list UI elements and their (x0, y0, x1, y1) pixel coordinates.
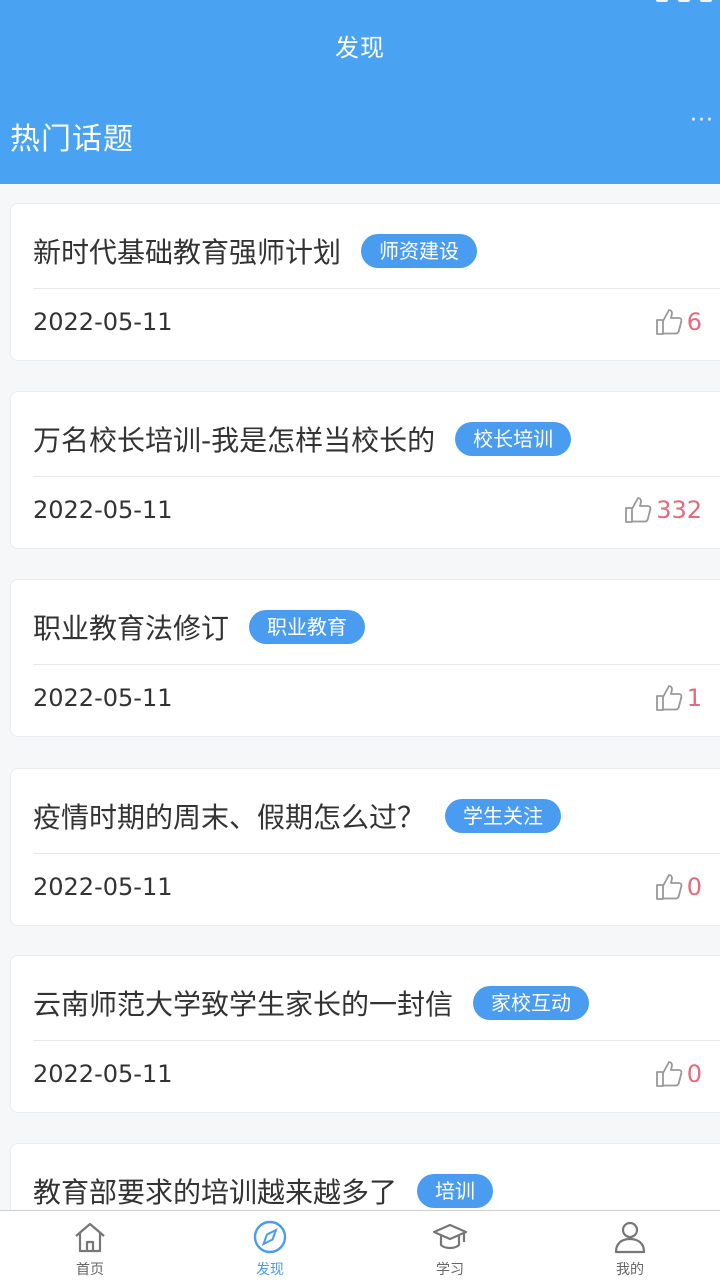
tab-label: 我的 (616, 1262, 644, 1278)
like-count: 0 (686, 873, 702, 901)
more-icon[interactable]: ··· (690, 110, 714, 132)
tab-label: 发现 (256, 1262, 284, 1278)
tab-home[interactable]: 首页 (0, 1211, 180, 1280)
page-title: 发现 (335, 34, 385, 62)
compass-icon (253, 1220, 287, 1254)
wifi-icon (678, 0, 690, 2)
topic-tag[interactable]: 家校互动 (473, 986, 590, 1020)
tab-label: 学习 (436, 1262, 464, 1278)
graduation-cap-icon (432, 1223, 468, 1250)
topic-card[interactable]: 新时代基础教育强师计划 师资建设 2022-05-11 6 (10, 203, 720, 361)
topic-tag[interactable]: 校长培训 (455, 422, 572, 456)
topic-card-header: 万名校长培训-我是怎样当校长的 校长培训 (33, 416, 720, 462)
topic-date: 2022-05-11 (33, 1060, 173, 1088)
divider (33, 288, 720, 289)
divider (33, 476, 720, 477)
thumbs-up-icon (655, 1061, 683, 1087)
home-icon (75, 1222, 105, 1253)
tab-mine[interactable]: 我的 (540, 1211, 720, 1280)
like-button[interactable]: 1 (653, 682, 702, 714)
thumbs-up-icon (625, 497, 652, 523)
like-button[interactable]: 0 (653, 1058, 702, 1090)
user-icon (614, 1221, 646, 1254)
tab-discover[interactable]: 发现 (180, 1211, 360, 1280)
topic-date: 2022-05-11 (33, 684, 173, 712)
like-count: 332 (656, 496, 702, 524)
divider (33, 664, 720, 665)
topic-card[interactable]: 职业教育法修订 职业教育 2022-05-11 1 (10, 579, 720, 737)
tab-study[interactable]: 学习 (360, 1211, 540, 1280)
topic-date: 2022-05-11 (33, 496, 173, 524)
topic-card-header: 职业教育法修订 职业教育 (33, 604, 720, 650)
topic-title[interactable]: 教育部要求的培训越来越多了 (33, 1171, 397, 1210)
topic-date: 2022-05-11 (33, 308, 173, 336)
topic-title[interactable]: 新时代基础教育强师计划 (33, 231, 341, 271)
topic-card[interactable]: 云南师范大学致学生家长的一封信 家校互动 2022-05-11 0 (10, 955, 720, 1113)
topic-card-header: 疫情时期的周末、假期怎么过？ 学生关注 (33, 793, 720, 839)
like-button[interactable]: 332 (622, 494, 702, 526)
topic-card-header: 新时代基础教育强师计划 师资建设 (33, 228, 720, 274)
thumbs-up-icon (655, 309, 683, 335)
status-bar-icons (656, 0, 712, 6)
bottom-tab-bar: 首页 发现 学习 我的 (0, 1210, 720, 1280)
topic-card-header: 云南师范大学致学生家长的一封信 家校互动 (33, 980, 720, 1026)
topic-card-header: 教育部要求的培训越来越多了 培训 (33, 1168, 720, 1210)
like-button[interactable]: 6 (653, 306, 702, 338)
topic-title[interactable]: 职业教育法修订 (33, 607, 229, 647)
divider (33, 1040, 720, 1041)
topic-card[interactable]: 疫情时期的周末、假期怎么过？ 学生关注 2022-05-11 0 (10, 768, 720, 926)
topic-title[interactable]: 疫情时期的周末、假期怎么过？ (33, 796, 425, 836)
thumbs-up-icon (655, 874, 683, 900)
topic-card[interactable]: 教育部要求的培训越来越多了 培训 (10, 1143, 720, 1210)
topic-list[interactable]: 新时代基础教育强师计划 师资建设 2022-05-11 6 万名校长培训-我是怎… (0, 184, 720, 1210)
like-count: 1 (686, 684, 702, 712)
topic-date: 2022-05-11 (33, 873, 173, 901)
battery-icon (700, 0, 712, 2)
topic-tag[interactable]: 职业教育 (249, 610, 366, 644)
like-count: 6 (686, 308, 702, 336)
topic-tag[interactable]: 培训 (417, 1174, 494, 1208)
topic-tag[interactable]: 师资建设 (361, 234, 478, 268)
like-count: 0 (686, 1060, 702, 1088)
thumbs-up-icon (655, 685, 683, 711)
topic-title[interactable]: 万名校长培训-我是怎样当校长的 (33, 419, 435, 459)
signal-icon (656, 0, 668, 2)
topic-tag[interactable]: 学生关注 (445, 799, 562, 833)
section-title: 热门话题 (10, 122, 134, 157)
topic-title[interactable]: 云南师范大学致学生家长的一封信 (33, 983, 453, 1023)
like-button[interactable]: 0 (653, 871, 702, 903)
divider (33, 853, 720, 854)
tab-label: 首页 (76, 1262, 104, 1278)
header-bar: 发现 热门话题 ··· (0, 0, 720, 184)
topic-card[interactable]: 万名校长培训-我是怎样当校长的 校长培训 2022-05-11 332 (10, 391, 720, 549)
